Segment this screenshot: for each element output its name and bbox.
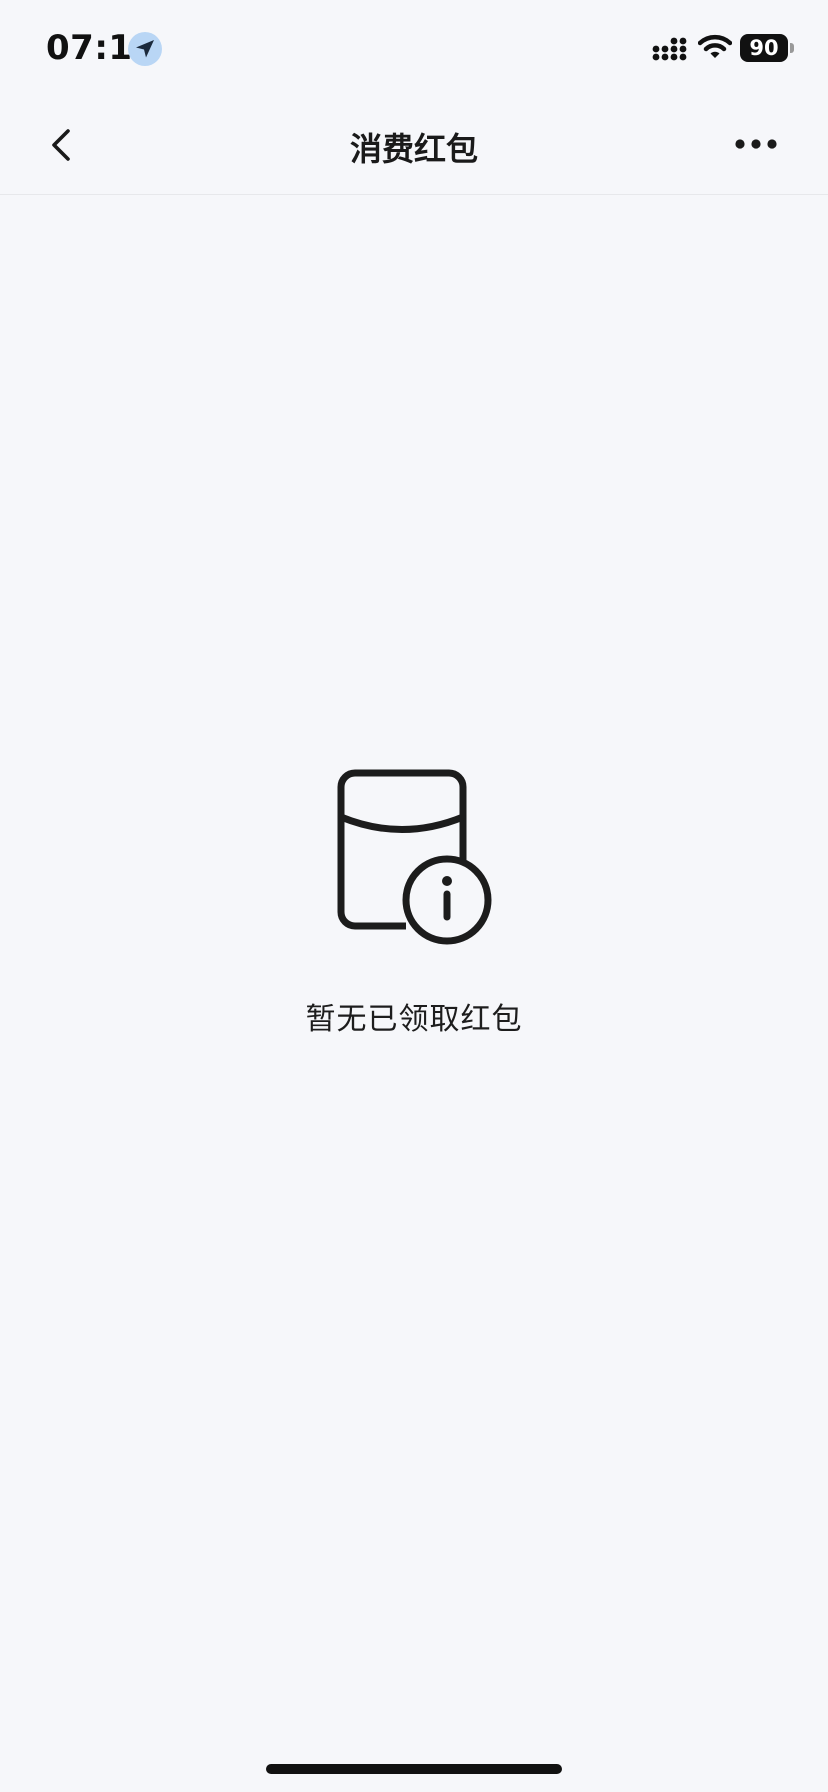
wifi-icon — [697, 33, 733, 65]
more-button[interactable] — [726, 118, 786, 170]
location-arrow-icon — [128, 32, 162, 66]
home-indicator[interactable] — [266, 1764, 562, 1774]
battery-cap — [790, 43, 794, 53]
battery-level: 90 — [749, 36, 779, 60]
battery-icon: 90 — [740, 34, 788, 62]
red-packet-info-icon — [330, 760, 500, 954]
page-title: 消费红包 — [349, 130, 478, 168]
cellular-signal-icon — [652, 36, 688, 66]
status-bar: 07:11 90 — [0, 0, 828, 96]
empty-message: 暂无已领取红包 — [305, 1002, 523, 1037]
more-dots-icon — [735, 139, 777, 149]
nav-bar: 消费红包 — [0, 96, 828, 195]
